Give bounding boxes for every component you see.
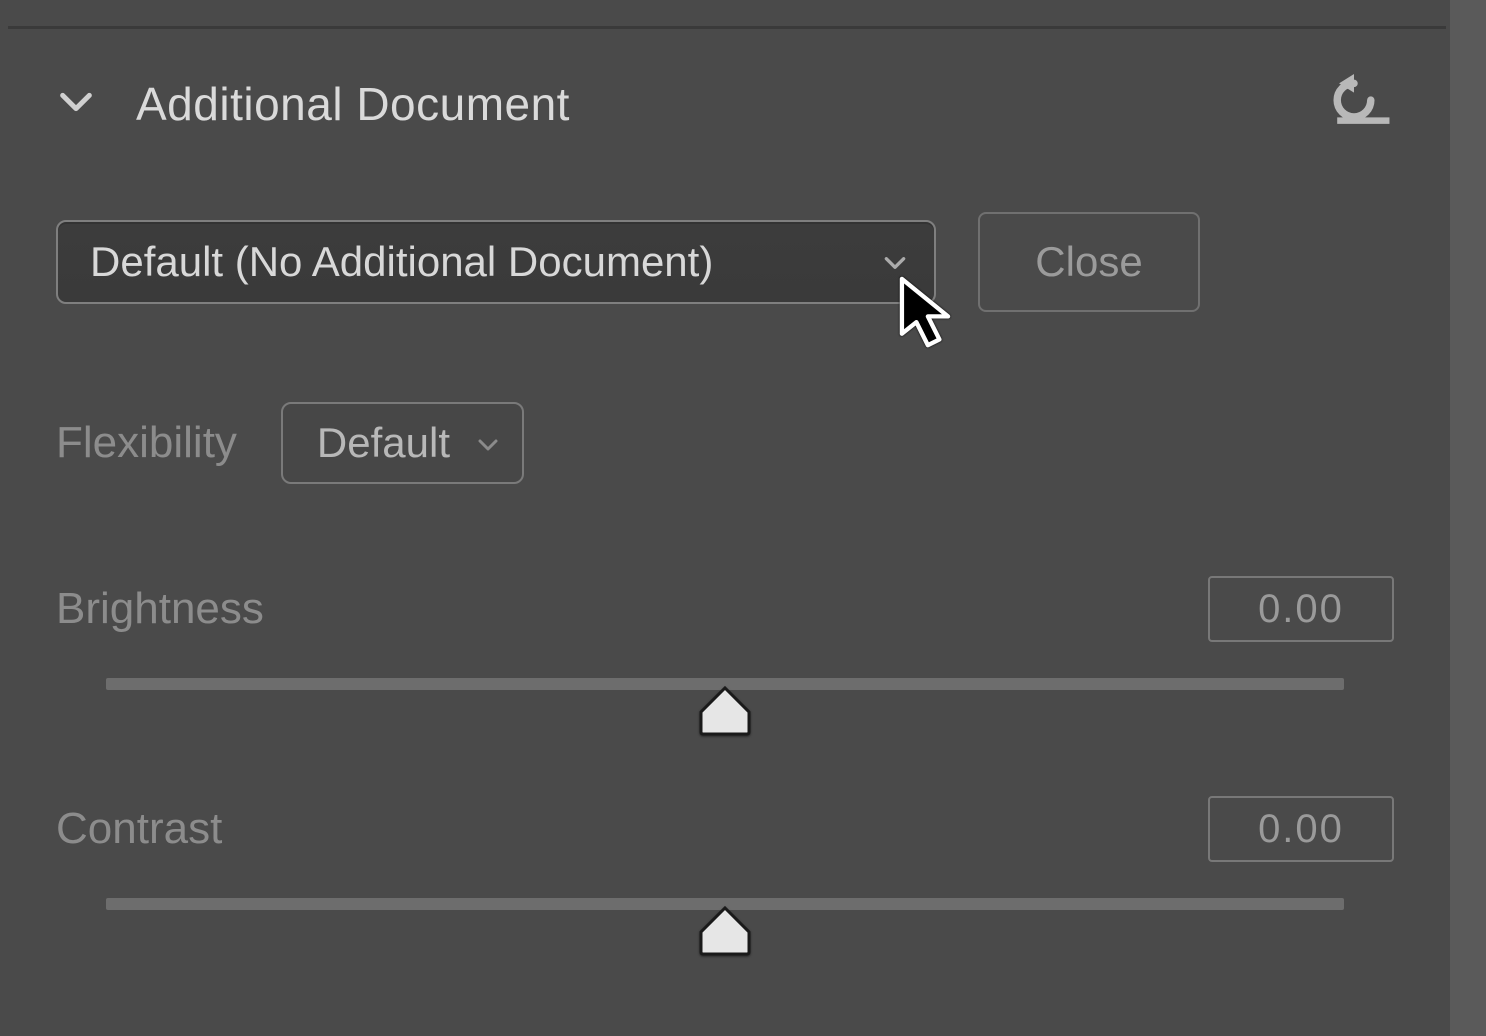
additional-document-dropdown[interactable]: Default (No Additional Document) [56,220,936,304]
chevron-down-icon [56,82,96,127]
brightness-label: Brightness [56,584,264,634]
additional-document-panel: Additional Document Default (No Addition… [0,40,1450,1036]
section-title: Additional Document [136,77,570,131]
flexibility-dropdown[interactable]: Default [281,402,524,484]
reset-icon [1316,74,1392,135]
document-row: Default (No Additional Document) Close [56,212,1394,312]
brightness-slider[interactable] [106,674,1344,732]
contrast-group: Contrast 0.00 [56,796,1394,952]
contrast-label: Contrast [56,804,222,854]
contrast-slider[interactable] [106,894,1344,952]
brightness-header: Brightness 0.00 [56,576,1394,642]
reset-button[interactable] [1314,74,1394,134]
top-divider [8,26,1446,29]
flexibility-selected: Default [317,419,450,467]
section-collapse-toggle[interactable] [56,84,96,124]
contrast-header: Contrast 0.00 [56,796,1394,862]
flexibility-label: Flexibility [56,418,237,468]
contrast-value[interactable]: 0.00 [1208,796,1394,862]
close-button-label: Close [1035,238,1142,286]
additional-document-selected: Default (No Additional Document) [90,238,713,286]
section-header: Additional Document [56,74,1394,134]
chevron-down-icon [882,238,908,286]
flexibility-row: Flexibility Default [56,402,1394,484]
right-gutter [1450,0,1486,1036]
chevron-down-icon [476,419,500,467]
brightness-slider-thumb[interactable] [697,686,753,736]
close-button[interactable]: Close [978,212,1200,312]
brightness-group: Brightness 0.00 [56,576,1394,732]
contrast-slider-thumb[interactable] [697,906,753,956]
brightness-value[interactable]: 0.00 [1208,576,1394,642]
